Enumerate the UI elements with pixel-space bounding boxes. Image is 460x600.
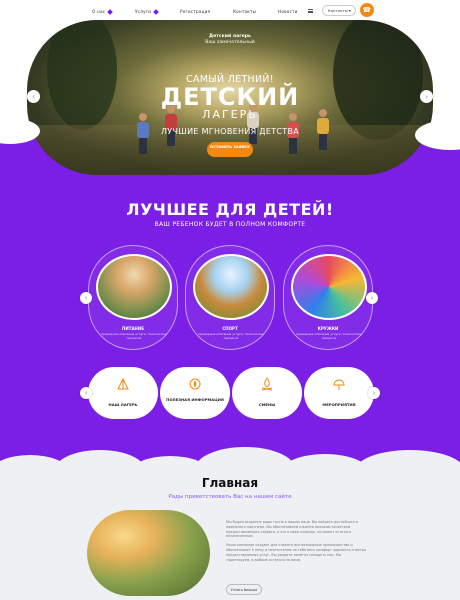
phone-icon[interactable]: ☎ [360,3,374,17]
main-title: Главная [201,476,259,490]
service-card-sport[interactable]: СПОРТ примерное описание услуги, техноло… [185,245,275,350]
contacts-dropdown-label: Контакты [328,8,349,13]
event-icon [333,379,345,390]
chevron-left-icon[interactable]: ‹ [27,90,40,103]
brand-name: Детский лагерь [209,34,251,39]
dropdown-icon [107,9,114,15]
nav-item-services[interactable]: Услуги [135,9,159,15]
hamburger-icon[interactable] [308,9,313,13]
feature-card-camp[interactable]: НАШ ЛАГЕРЬ [88,367,158,419]
paragraph: Мы будем искренне рады гостю в нашем лиц… [226,520,358,539]
chevron-right-icon[interactable]: › [366,292,378,304]
chevron-right-icon[interactable]: › [368,387,380,399]
top-nav: О нас Услуги Регистрация Контакты Новост… [0,0,460,22]
paragraph: Наша компания создает для клиента все во… [226,543,366,562]
clubs-photo [291,254,367,320]
main-text: Мы будем искренне рады гостю в нашем лиц… [226,520,366,566]
hero-banner: Детский лагерь Ваш замечательный САМЫЙ Л… [27,20,433,175]
camp-icon [117,377,129,390]
feature-label: ПОЛЕЗНАЯ ИНФОРМАЦИЯ [166,397,224,402]
feature-card-events[interactable]: МЕРОПРИЯТИЯ [304,367,374,419]
card-description: примерное описание услуги, технологии, п… [295,332,363,340]
card-description: примерное описание услуги, технологии, п… [197,332,265,340]
card-title: ПИТАНИЕ [122,326,144,331]
chevron-right-icon[interactable]: › [420,90,433,103]
nav-item-contacts[interactable]: Контакты [233,9,256,14]
hero-title-2: ЛАГЕРЬ [202,108,258,121]
card-description: примерное описание услуги, технологии, п… [100,332,168,340]
feature-label: СМЕНЫ [258,402,276,407]
feature-label: МЕРОПРИЯТИЯ [322,402,356,407]
hero-brand: Детский лагерь Ваш замечательный [27,34,433,46]
page: О нас Услуги Регистрация Контакты Новост… [0,0,460,600]
food-photo [96,254,172,320]
campfire-icon [261,377,273,391]
service-card-food[interactable]: ПИТАНИЕ примерное описание услуги, техно… [88,245,178,350]
chevron-left-icon[interactable]: ‹ [80,387,92,399]
hero-title: ДЕТСКИЙ [160,83,300,111]
nav-item-label: О нас [92,9,106,14]
feature-card-info[interactable]: ПОЛЕЗНАЯ ИНФОРМАЦИЯ [160,367,230,419]
compass-icon [189,378,201,390]
leave-request-button[interactable]: ОСТАВИТЬ ЗАЯВКУ [207,142,253,157]
nav-item-about[interactable]: О нас [92,9,114,15]
nav-item-label: Услуги [135,9,152,14]
dropdown-icon [153,9,159,15]
contacts-dropdown[interactable]: Контакты ▾ [322,5,356,16]
family-photo [87,510,210,596]
sport-photo [193,254,269,320]
section-subtitle: ВАШ РЕБЕНОК БУДЕТ В ПОЛНОМ КОМФОРТЕ [154,221,306,228]
feature-label: НАШ ЛАГЕРЬ [108,402,138,407]
card-title: КРУЖКИ [317,326,339,331]
chevron-down-icon: ▾ [348,8,351,13]
service-card-clubs[interactable]: КРУЖКИ примерное описание услуги, технол… [283,245,373,350]
card-title: СПОРТ [222,326,238,331]
nav-item-news[interactable]: Новости [278,9,298,14]
nav-item-registration[interactable]: Регистрация [180,9,210,14]
section-title: ЛУЧШЕЕ ДЛЯ ДЕТЕЙ! [126,200,334,219]
learn-more-button[interactable]: Узнать больше [226,584,262,595]
feature-card-shifts[interactable]: СМЕНЫ [232,367,302,419]
brand-tagline: Ваш замечательный [205,40,255,45]
hero-slogan: ЛУЧШИЕ МГНОВЕНИЯ ДЕТСТВА [160,127,300,136]
chevron-left-icon[interactable]: ‹ [80,292,92,304]
main-subtitle: Рады приветствовать Вас на нашем сайте [168,494,292,500]
